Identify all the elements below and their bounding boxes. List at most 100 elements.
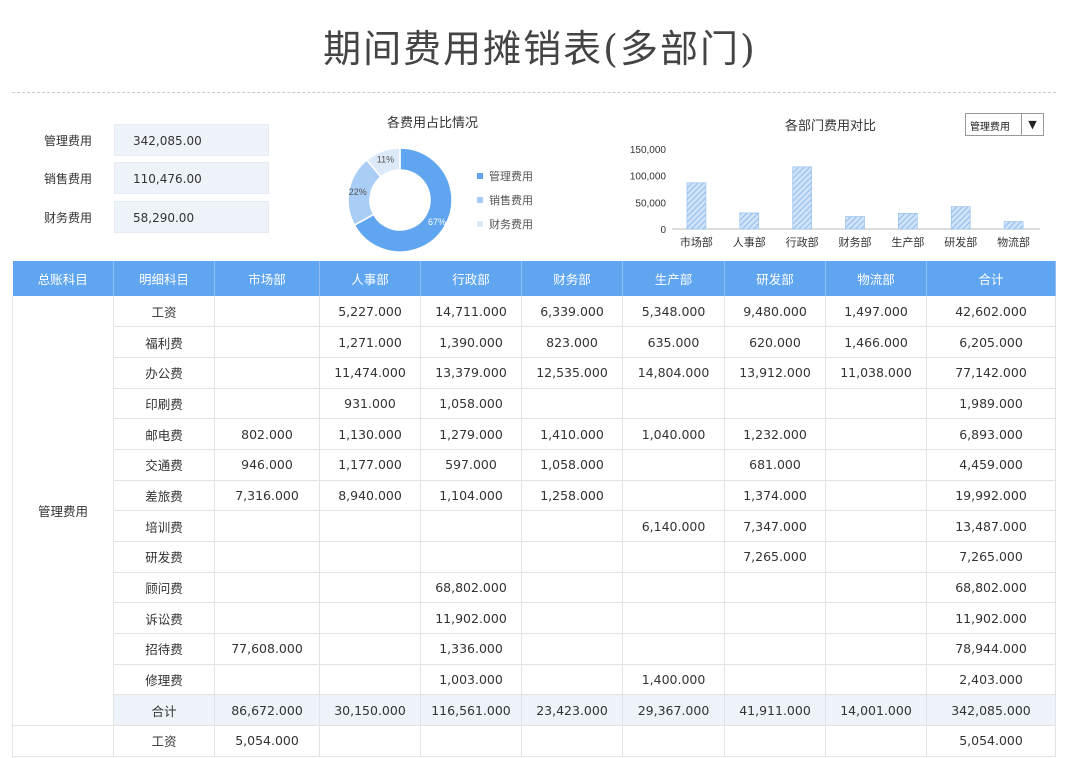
value-cell	[825, 449, 927, 481]
y-tick-label: 50,000	[635, 198, 666, 209]
value-cell: 1,177.000	[319, 449, 421, 481]
value-cell	[319, 633, 421, 665]
bar-行政部[interactable]	[792, 166, 812, 230]
table-row: 邮电费 802.000 1,130.000 1,279.000 1,410.000 1,0…	[13, 418, 1056, 450]
value-cell: 6,893.000	[926, 418, 1056, 450]
value-cell	[622, 480, 725, 512]
value-cell	[521, 602, 623, 635]
value-cell: 620.000	[724, 326, 826, 358]
value-cell	[214, 388, 320, 420]
subtotal-cell: 23,423.000	[521, 694, 623, 727]
value-cell: 1,130.000	[319, 418, 421, 450]
legend-item[interactable]: 财务费用	[477, 212, 533, 236]
donut-slice-label: 67%	[428, 217, 446, 227]
value-cell	[622, 725, 725, 757]
value-cell: 7,265.000	[724, 541, 826, 573]
value-cell: 42,602.000	[926, 296, 1056, 328]
value-cell: 5,348.000	[622, 296, 725, 328]
bar-财务部[interactable]	[845, 216, 865, 230]
value-cell	[521, 633, 623, 665]
table-row: 工资 5,054.000 5,054.000	[12, 725, 1056, 757]
legend-label: 管理费用	[489, 170, 533, 183]
x-tick-label: 市场部	[680, 235, 713, 249]
value-cell: 13,487.000	[926, 510, 1056, 542]
value-cell	[521, 664, 623, 696]
value-cell	[724, 388, 826, 420]
item-cell: 交通费	[113, 449, 215, 481]
value-cell	[825, 541, 927, 573]
value-cell: 11,902.000	[926, 602, 1056, 635]
value-cell: 635.000	[622, 326, 725, 358]
value-cell: 1,058.000	[420, 388, 522, 420]
expense-table: 总账科目 明细科目 市场部 人事部 行政部 财务部 生产部 研发部 物流部 合计 管理费用 工资 5,…	[12, 261, 1056, 757]
summary-label: 财务费用	[44, 211, 93, 225]
x-tick-label: 研发部	[944, 235, 977, 249]
subtotal-cell: 30,150.000	[319, 694, 421, 727]
bar-人事部[interactable]	[739, 212, 760, 230]
value-cell: 1,336.000	[420, 633, 522, 665]
value-cell	[622, 572, 725, 604]
table-row: 管理费用 工资 5,227.000 14,711.000 6,339.000 5,348.…	[12, 296, 1056, 727]
legend-swatch	[477, 221, 483, 227]
item-cell: 差旅费	[113, 480, 215, 512]
value-cell: 1,040.000	[622, 418, 725, 450]
summary-value-field: 110,476.00	[114, 162, 269, 194]
bar-市场部[interactable]	[686, 182, 707, 230]
value-cell: 9,480.000	[724, 296, 826, 328]
y-tick-label: 0	[660, 225, 666, 236]
legend-item[interactable]: 管理费用	[477, 164, 533, 188]
value-cell: 1,497.000	[825, 296, 927, 328]
bar-生产部[interactable]	[898, 213, 918, 230]
value-cell: 1,410.000	[521, 418, 623, 450]
chevron-down-icon[interactable]: ▼	[1021, 114, 1043, 135]
value-cell: 1,279.000	[420, 418, 522, 450]
column-header: 明细科目	[113, 261, 215, 296]
value-cell: 597.000	[420, 449, 522, 481]
donut-slice-label: 22%	[349, 187, 367, 197]
legend-label: 财务费用	[489, 218, 533, 231]
value-cell	[825, 418, 927, 450]
table-row: 培训费 6,140.000 7,347.000 13,487.000	[13, 510, 1056, 542]
summary-row-management: 管理费用 342,085.00	[12, 124, 272, 156]
legend-item[interactable]: 销售费用	[477, 188, 533, 212]
value-cell	[319, 602, 421, 635]
table-row: 研发费 7,265.000 7,265.000	[13, 541, 1056, 573]
value-cell	[319, 510, 421, 542]
table-row: 印刷费 931.000 1,058.000 1,989.000	[13, 388, 1056, 420]
column-header: 总账科目	[12, 261, 114, 296]
table-row: 办公费 11,474.000 13,379.000 12,535.000 14,804.…	[13, 357, 1056, 389]
value-cell: 681.000	[724, 449, 826, 481]
group-cell: 管理费用	[12, 296, 114, 727]
department-bar-chart: 0 50,000 100,000 150,000 市场部 人事部 行政部 财务部 生产部 研发部 物…	[630, 145, 1040, 249]
value-cell: 11,038.000	[825, 357, 927, 389]
value-cell	[825, 664, 927, 696]
value-cell: 7,347.000	[724, 510, 826, 542]
page-title: 期间费用摊销表(多部门)	[323, 27, 757, 71]
item-cell: 办公费	[113, 357, 215, 389]
y-tick-label: 150,000	[630, 145, 667, 156]
table-row: 顾问费 68,802.000 68,802.000	[13, 572, 1056, 604]
value-cell: 1,258.000	[521, 480, 623, 512]
value-cell: 8,940.000	[319, 480, 421, 512]
item-cell: 培训费	[113, 510, 215, 542]
title-divider	[12, 92, 1056, 93]
value-cell	[825, 480, 927, 512]
value-cell	[214, 602, 320, 635]
summary-value-field: 58,290.00	[114, 201, 269, 233]
bar-物流部[interactable]	[1003, 221, 1024, 230]
expense-type-select[interactable]: 管理费用 ▼	[965, 113, 1044, 136]
item-cell: 工资	[113, 296, 215, 328]
column-header: 人事部	[319, 261, 421, 296]
value-cell	[319, 541, 421, 573]
value-cell	[214, 572, 320, 604]
expense-share-donut-chart[interactable]: 67% 22% 11%	[340, 140, 460, 260]
value-cell: 77,608.000	[214, 633, 320, 665]
value-cell	[420, 510, 522, 542]
item-cell: 印刷费	[113, 388, 215, 420]
subtotal-cell: 41,911.000	[724, 694, 826, 727]
bar-研发部[interactable]	[950, 206, 971, 230]
column-header: 研发部	[724, 261, 826, 296]
subtotal-row: 合计 86,672.000 30,150.000 116,561.000 23,423.…	[13, 694, 1056, 727]
column-header: 物流部	[825, 261, 927, 296]
value-cell: 2,403.000	[926, 664, 1056, 696]
